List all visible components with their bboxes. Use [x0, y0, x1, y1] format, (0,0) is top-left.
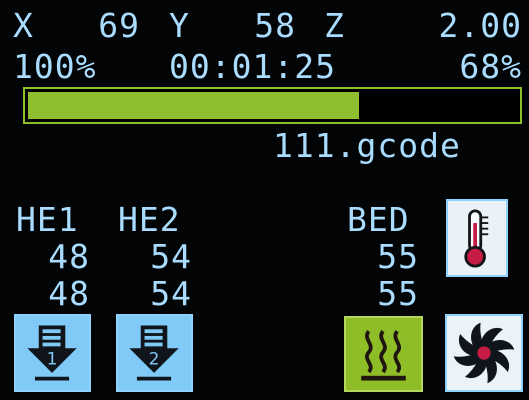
thermometer-icon [464, 209, 489, 268]
z-axis-label: Z [324, 6, 345, 45]
print-progress-fill [28, 92, 359, 119]
extruder-1-number: 1 [47, 349, 58, 369]
progress-percent-value: 68% [459, 47, 522, 86]
elapsed-time-value: 00:01:25 [169, 47, 336, 86]
hotend-2-target-temperature: 54 [150, 274, 192, 313]
extruder-2-number: 2 [149, 349, 160, 369]
bed-current-temperature: 55 [377, 237, 419, 276]
heated-bed-button[interactable] [344, 316, 423, 392]
extruder-1-button[interactable]: 1 [14, 314, 91, 392]
hotend-1-target-temperature: 48 [48, 274, 90, 313]
x-axis-label: X [13, 6, 34, 45]
bed-label: BED [347, 200, 410, 239]
printer-status-screen: X 69 Y 58 Z 2.00 100% 00:01:25 68% 111.g… [0, 0, 529, 400]
x-position-value: 69 [98, 6, 140, 45]
y-axis-label: Y [169, 6, 190, 45]
extruder-2-icon: 2 [129, 325, 179, 381]
gcode-file-name: 111.gcode [273, 126, 461, 165]
extruder-1-icon: 1 [27, 325, 77, 381]
bed-target-temperature: 55 [377, 274, 419, 313]
hotend-2-current-temperature: 54 [150, 237, 192, 276]
print-progress-bar [23, 87, 522, 124]
fan-button[interactable] [445, 314, 523, 392]
hotend-1-label: HE1 [16, 200, 79, 239]
heated-bed-icon [361, 330, 406, 381]
temperature-button[interactable] [446, 199, 508, 277]
y-position-value: 58 [254, 6, 296, 45]
hotend-1-current-temperature: 48 [48, 237, 90, 276]
hotend-2-label: HE2 [118, 200, 181, 239]
extruder-2-button[interactable]: 2 [116, 314, 193, 392]
z-position-value: 2.00 [438, 6, 522, 45]
feed-rate-value: 100% [13, 47, 97, 86]
fan-icon [453, 322, 515, 384]
